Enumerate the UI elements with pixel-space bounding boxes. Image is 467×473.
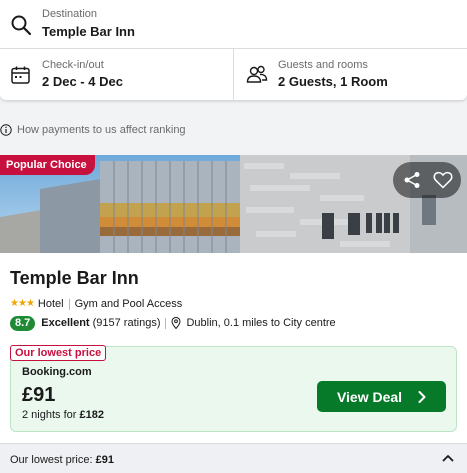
star-rating: ★ ★ ★ <box>10 298 35 309</box>
rating-word: Excellent <box>41 317 90 329</box>
star-icon: ★ <box>25 298 35 309</box>
info-icon <box>0 124 12 136</box>
heart-icon[interactable] <box>433 171 453 189</box>
footer-price: £91 <box>95 454 114 466</box>
hotel-name[interactable]: Temple Bar Inn <box>10 268 139 289</box>
guests-value: 2 Guests, 1 Room <box>278 74 388 89</box>
lowest-price-footer[interactable]: Our lowest price: £91 <box>0 443 467 473</box>
deal-nights: 2 nights for £182 <box>22 409 104 421</box>
hotel-amenity: Gym and Pool Access <box>74 298 183 310</box>
hotel-photo[interactable]: Popular Choice <box>0 155 467 253</box>
star-icon: ★ <box>10 298 19 309</box>
guests-rooms-field[interactable]: Guests and rooms 2 Guests, 1 Room <box>235 49 467 100</box>
destination-field[interactable]: Destination Temple Bar Inn <box>0 0 467 49</box>
ranking-note-text: How payments to us affect ranking <box>17 124 186 136</box>
calendar-icon <box>11 66 30 84</box>
check-in-out-field[interactable]: Check-in/out 2 Dec - 4 Dec <box>0 49 234 100</box>
destination-label: Destination <box>42 8 98 20</box>
footer-label: Our lowest price: <box>10 454 93 466</box>
ranking-info-link[interactable]: How payments to us affect ranking <box>0 123 186 137</box>
hotel-type: Hotel <box>37 298 64 310</box>
map-pin-icon <box>171 317 181 329</box>
destination-value: Temple Bar Inn <box>42 24 135 39</box>
total-price: £182 <box>79 409 104 421</box>
photo-actions <box>393 162 461 198</box>
ratings-count: (9157 ratings) <box>92 317 161 329</box>
nights-text: 2 nights for <box>22 409 77 421</box>
rating-score-badge: 8.7 <box>10 315 36 331</box>
popular-choice-badge: Popular Choice <box>0 155 95 175</box>
deal-box[interactable]: Our lowest price Booking.com £91 2 night… <box>10 345 457 432</box>
hotel-card[interactable]: Popular Choice Temple Bar Inn ★ ★ ★ Hote… <box>0 155 467 473</box>
guests-icon <box>246 65 268 83</box>
hotel-location: Dublin, 0.1 miles to City centre <box>186 317 336 329</box>
hotel-meta: ★ ★ ★ Hotel Gym and Pool Access <box>10 298 182 310</box>
view-deal-button[interactable]: View Deal <box>317 381 446 412</box>
chevron-up-icon[interactable] <box>442 454 454 462</box>
dates-label: Check-in/out <box>42 59 104 71</box>
rating-row: 8.7 Excellent (9157 ratings) Dublin, 0.1… <box>10 315 336 331</box>
divider <box>165 317 167 329</box>
view-deal-label: View Deal <box>336 388 403 405</box>
dates-value: 2 Dec - 4 Dec <box>42 74 123 89</box>
deal-price: £91 <box>22 384 56 406</box>
deal-provider: Booking.com <box>22 366 92 378</box>
divider <box>68 298 70 310</box>
star-icon: ★ <box>17 298 27 309</box>
share-icon[interactable] <box>403 171 421 189</box>
lowest-price-tag: Our lowest price <box>10 345 107 361</box>
guests-label: Guests and rooms <box>278 59 368 71</box>
search-icon <box>11 15 32 36</box>
search-panel: Destination Temple Bar Inn Check-in/out … <box>0 0 467 100</box>
chevron-right-icon <box>418 390 426 403</box>
footer-text: Our lowest price: £91 <box>10 454 114 466</box>
